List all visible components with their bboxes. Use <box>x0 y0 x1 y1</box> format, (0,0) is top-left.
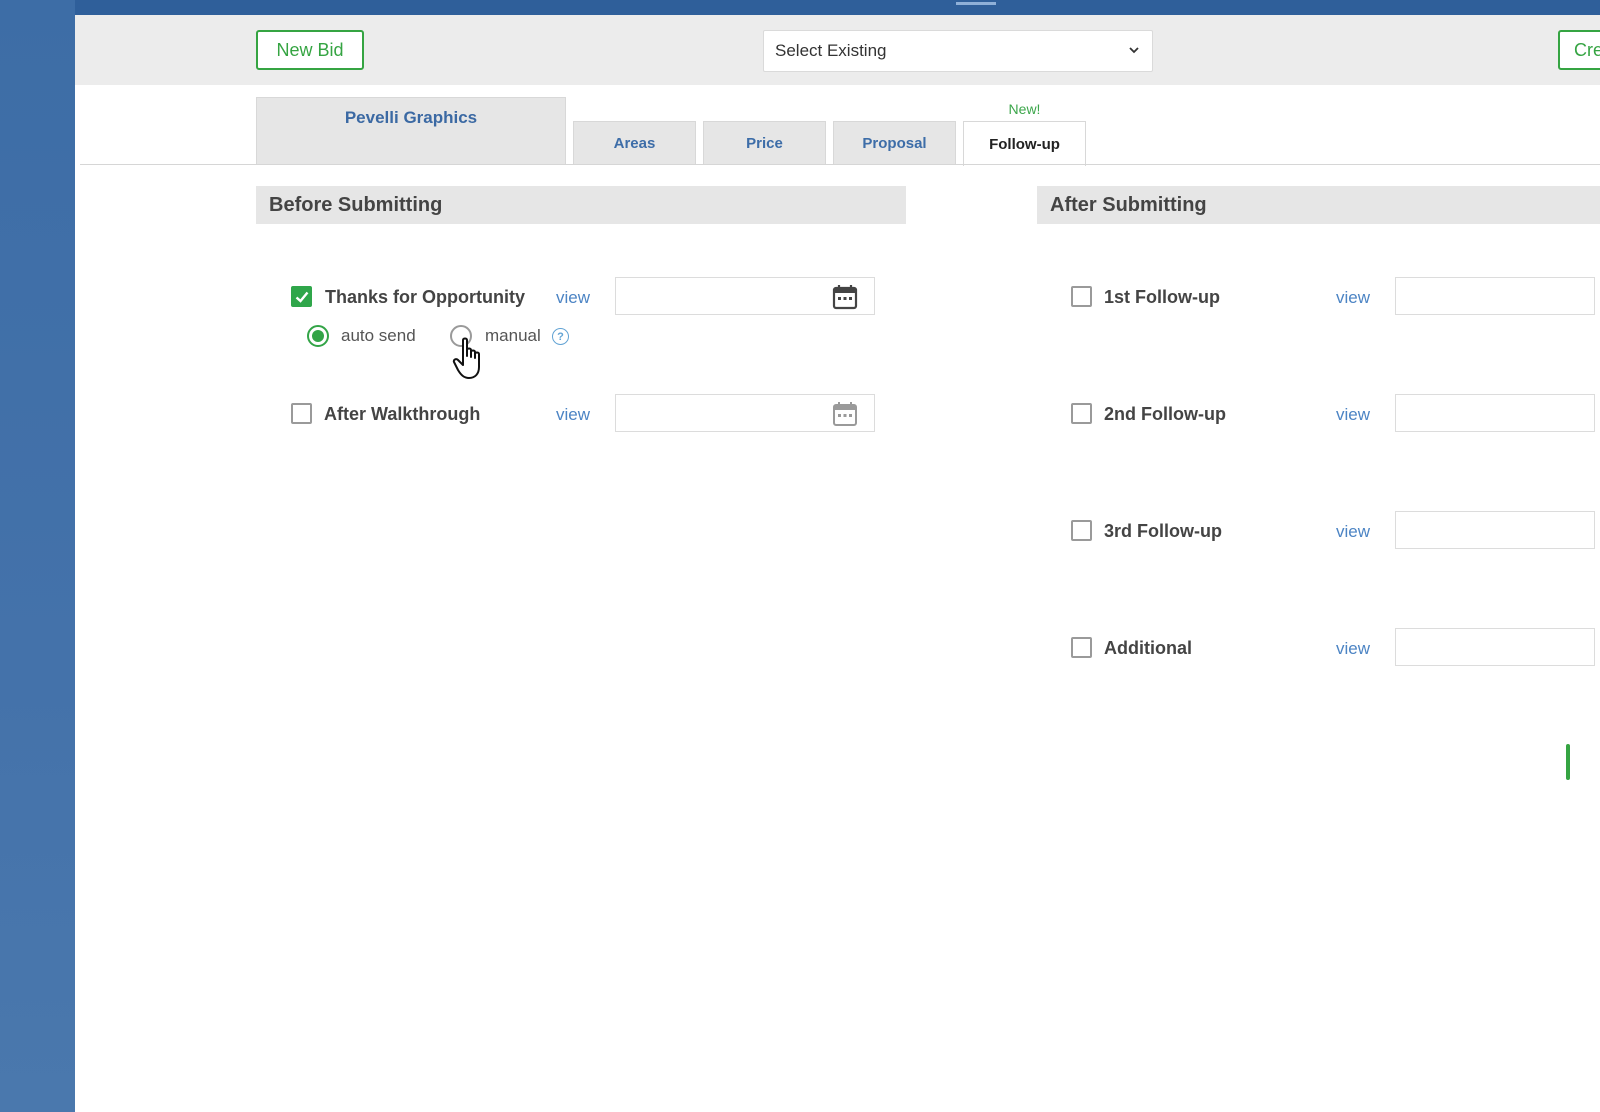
question-circle-icon[interactable]: ? <box>552 328 569 345</box>
thanks-checkbox[interactable] <box>291 286 312 307</box>
additional-label: Additional <box>1104 638 1192 658</box>
tab-followup[interactable]: Follow-up <box>963 121 1086 166</box>
new-bid-button[interactable]: New Bid <box>256 30 364 70</box>
tab-company[interactable]: Pevelli Graphics <box>256 97 566 165</box>
toolbar: New Bid Select Existing Cre <box>75 15 1600 85</box>
create-button[interactable]: Cre <box>1558 30 1600 70</box>
hand-pointer-cursor-icon <box>452 337 480 379</box>
followup1-label: 1st Follow-up <box>1104 287 1220 307</box>
select-existing-value: Select Existing <box>775 41 887 60</box>
after-submitting-title: After Submitting <box>1050 193 1207 216</box>
partial-green-button-edge[interactable] <box>1566 744 1570 780</box>
followup1-date-input[interactable] <box>1395 277 1595 315</box>
additional-checkbox[interactable] <box>1071 637 1092 658</box>
followup3-date-input[interactable] <box>1395 511 1595 549</box>
auto-send-radio[interactable] <box>307 325 329 347</box>
before-submitting-title: Before Submitting <box>269 193 443 216</box>
followup1-view-link[interactable]: view <box>1336 288 1370 308</box>
auto-send-label: auto send <box>341 326 416 345</box>
followup2-date-input[interactable] <box>1395 394 1595 432</box>
before-submitting-header: Before Submitting <box>256 186 906 224</box>
select-existing-dropdown[interactable]: Select Existing <box>763 30 1153 72</box>
tab-proposal[interactable]: Proposal <box>833 121 956 165</box>
followup1-checkbox[interactable] <box>1071 286 1092 307</box>
thanks-view-link[interactable]: view <box>556 288 590 308</box>
tab-baseline <box>80 164 1600 165</box>
manual-label: manual <box>485 326 541 345</box>
followup3-label: 3rd Follow-up <box>1104 521 1222 541</box>
additional-view-link[interactable]: view <box>1336 639 1370 659</box>
walkthrough-view-link[interactable]: view <box>556 405 590 425</box>
thanks-label: Thanks for Opportunity <box>325 287 525 307</box>
app-panel: New Bid Select Existing Cre Pevelli Grap… <box>75 15 1600 1112</box>
followup2-label: 2nd Follow-up <box>1104 404 1226 424</box>
followup3-checkbox[interactable] <box>1071 520 1092 541</box>
after-submitting-header: After Submitting <box>1037 186 1600 224</box>
walkthrough-checkbox[interactable] <box>291 403 312 424</box>
tab-areas[interactable]: Areas <box>573 121 696 165</box>
followup3-view-link[interactable]: view <box>1336 522 1370 542</box>
calendar-icon[interactable] <box>832 401 858 427</box>
calendar-icon[interactable] <box>832 284 858 310</box>
top-nav-bar <box>75 0 1600 15</box>
followup2-checkbox[interactable] <box>1071 403 1092 424</box>
new-badge: New! <box>1008 101 1041 117</box>
tab-bar: Pevelli Graphics Areas Price Proposal Ne… <box>75 85 1600 166</box>
outer-frame-left <box>0 0 75 1112</box>
followup2-view-link[interactable]: view <box>1336 405 1370 425</box>
walkthrough-date-input[interactable] <box>615 394 875 432</box>
additional-date-input[interactable] <box>1395 628 1595 666</box>
tab-price[interactable]: Price <box>703 121 826 165</box>
chevron-down-icon <box>1129 47 1139 54</box>
walkthrough-label: After Walkthrough <box>324 404 481 424</box>
check-icon <box>295 291 309 303</box>
thanks-date-input[interactable] <box>615 277 875 315</box>
top-nav-active-indicator <box>956 2 996 5</box>
